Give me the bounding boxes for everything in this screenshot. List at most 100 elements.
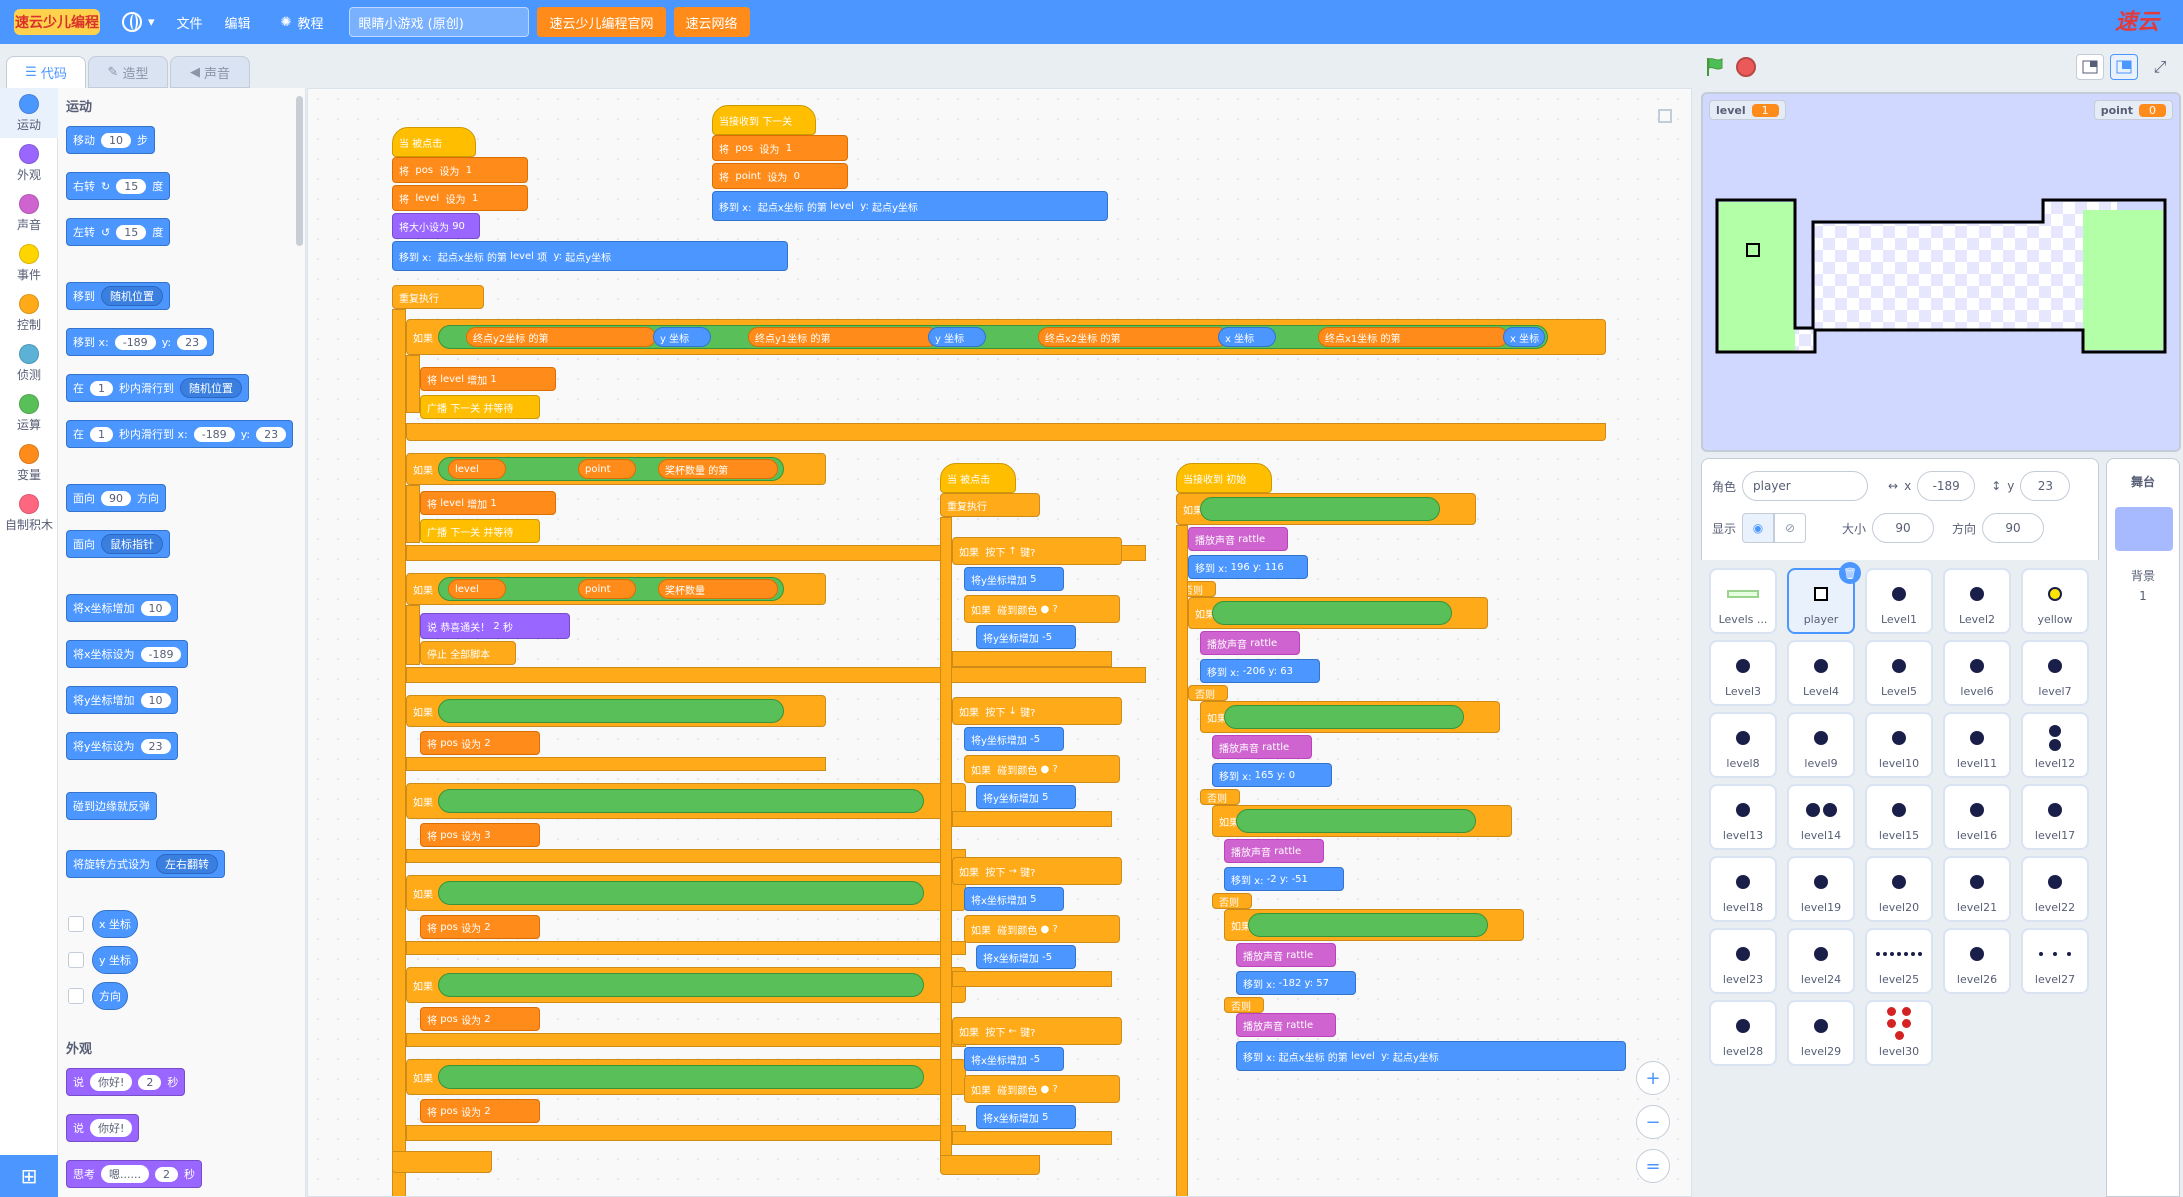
sprite-tile[interactable]: level9 [1787, 712, 1855, 778]
list-item-reporter[interactable]: 起点y坐标 [872, 199, 918, 214]
broadcast-and-wait-block[interactable]: 广播 下一关 并等待 [420, 519, 540, 543]
change-x-block[interactable]: 将x坐标增加 -5 [976, 945, 1076, 969]
block-input[interactable]: 1 [490, 498, 496, 509]
file-menu[interactable]: 文件 [177, 13, 203, 32]
set-point-block[interactable]: 将 point 设为 0 [712, 163, 848, 189]
sprite-tile[interactable]: level22 [2021, 856, 2089, 922]
level-pos-condition[interactable] [1224, 705, 1464, 729]
sprite-tile[interactable]: level24 [1787, 928, 1855, 994]
goto-xy-block[interactable]: 移到 x: -2 y: -51 [1224, 867, 1344, 891]
play-sound-block[interactable]: 播放声音 rattle [1236, 943, 1336, 967]
direction-input[interactable]: 90 [1982, 513, 2045, 543]
sprite-tile[interactable]: level6 [1943, 640, 2011, 706]
block-input[interactable]: 1 [490, 374, 496, 385]
block-input[interactable]: 2 [484, 1014, 490, 1025]
direction-reporter[interactable]: 方向 [92, 982, 128, 1010]
category-looks[interactable]: 外观 [0, 138, 58, 188]
block-input[interactable]: 2 [484, 922, 490, 933]
level-pos-condition[interactable] [1236, 809, 1476, 833]
end-x1-reporter[interactable]: 终点x1坐标 的第 [1318, 327, 1508, 347]
block-input[interactable]: 1 [90, 426, 113, 442]
zoom-reset-button[interactable]: = [1636, 1149, 1670, 1183]
sprite-tile[interactable]: level11 [1943, 712, 2011, 778]
play-sound-block[interactable]: 播放声音 rattle [1212, 735, 1312, 759]
block-input[interactable]: 1 [786, 143, 792, 154]
list-item-reporter[interactable]: 起点y坐标 [565, 249, 611, 264]
normal-stage-button[interactable] [2110, 54, 2138, 80]
block-input[interactable]: 恭喜通关！ [440, 619, 490, 634]
change-level-block[interactable]: 将 level 增加 1 [420, 491, 556, 515]
level-pos-condition[interactable] [1248, 913, 1488, 937]
rotation-style-block[interactable]: 将旋转方式设为 左右翻转 [66, 850, 225, 878]
change-y-block[interactable]: 将y坐标增加 -5 [976, 625, 1076, 649]
sprite-tile[interactable]: yellow [2021, 568, 2089, 634]
language-menu[interactable]: ▾ [122, 12, 155, 32]
block-input[interactable]: 116 [1265, 562, 1284, 573]
block-dropdown[interactable]: 鼠标指针 [101, 534, 163, 554]
block-input[interactable]: -5 [1042, 632, 1052, 643]
change-y-block[interactable]: 将y坐标增加 10 [66, 686, 178, 714]
when-receive-hat[interactable]: 当接收到 下一关 [712, 105, 816, 135]
set-pos-block[interactable]: 将 pos 设为 2 [420, 731, 540, 755]
level-12-condition[interactable] [438, 1065, 924, 1089]
block-dropdown[interactable]: rattle [1250, 638, 1277, 649]
goto-xy-block[interactable]: 移到 x: -206 y: 63 [1200, 659, 1320, 683]
level-pos-condition[interactable] [1200, 497, 1440, 521]
block-input[interactable]: 你好! [90, 1119, 133, 1137]
block-dropdown[interactable]: 下一关 [762, 113, 792, 128]
stage-canvas[interactable]: level 1 point 0 [1701, 92, 2181, 452]
if-touch-color-block[interactable]: 如果 碰到颜色 ● ? [964, 595, 1120, 623]
sprite-tile[interactable]: level12 [2021, 712, 2089, 778]
sprite-tile[interactable]: level25 [1865, 928, 1933, 994]
set-pos-block[interactable]: 将 pos 设为 2 [420, 1099, 540, 1123]
y-position-reporter[interactable]: y 坐标 [928, 327, 986, 347]
block-input[interactable]: 5 [1042, 792, 1048, 803]
block-input[interactable]: 1 [90, 380, 113, 396]
stop-icon[interactable] [1736, 57, 1756, 77]
tutorial-menu[interactable]: ✺ 教程 [281, 13, 324, 32]
sprite-tile[interactable]: Level4 [1787, 640, 1855, 706]
if-touch-color-block[interactable]: 如果 碰到颜色 ● ? [964, 915, 1120, 943]
block-input[interactable]: 5 [1042, 1112, 1048, 1123]
block-input[interactable]: 10 [140, 692, 171, 708]
block-input[interactable]: -206 [1243, 666, 1266, 677]
sprite-tile[interactable]: player 🗑 [1787, 562, 1861, 634]
block-input[interactable]: 23 [140, 738, 171, 754]
block-dropdown[interactable]: 下一关 [450, 400, 480, 415]
sprite-tile[interactable]: Level5 [1865, 640, 1933, 706]
change-x-block[interactable]: 将x坐标增加 5 [964, 887, 1064, 911]
sprite-tile[interactable]: level17 [2021, 784, 2089, 850]
block-input[interactable]: 165 [1255, 770, 1274, 781]
block-input[interactable]: 5 [1030, 894, 1036, 905]
sprite-tile[interactable]: Level2 [1943, 568, 2011, 634]
block-dropdown[interactable]: 随机位置 [101, 286, 163, 306]
block-dropdown[interactable]: level [415, 193, 439, 204]
goto-block[interactable]: 移到 随机位置 [66, 282, 170, 310]
y-position-checkbox[interactable] [68, 952, 84, 968]
block-input[interactable]: 1 [472, 193, 478, 204]
block-input[interactable]: 15 [116, 178, 147, 194]
block-dropdown[interactable]: point [735, 171, 761, 182]
block-input[interactable]: -182 [1279, 978, 1302, 989]
sprite-tile[interactable]: level14 [1787, 784, 1855, 850]
y-input[interactable]: 23 [2020, 471, 2071, 501]
say-block[interactable]: 说你好! [66, 1114, 140, 1142]
bounce-block[interactable]: 碰到边缘就反弹 [66, 792, 157, 820]
block-input[interactable]: 23 [256, 426, 287, 442]
official-site-button[interactable]: 速云少儿编程官网 [537, 7, 666, 37]
block-dropdown[interactable]: ↓ [1009, 706, 1017, 717]
block-dropdown[interactable]: 全部脚本 [450, 646, 490, 661]
change-level-block[interactable]: 将 level 增加 1 [420, 367, 556, 391]
set-pos-block[interactable]: 将 pos 设为 3 [420, 823, 540, 847]
script-area[interactable]: 当 被点击 将 pos 设为 1 将 level 设为 1 将大小设为 90 移… [307, 88, 1692, 1197]
sprite-tile[interactable]: level23 [1709, 928, 1777, 994]
block-input[interactable]: -5 [1030, 734, 1040, 745]
sprite-tile[interactable]: level27 [2021, 928, 2089, 994]
level-reporter[interactable]: level [448, 459, 506, 479]
think-for-secs-block[interactable]: 思考 嗯...... 2 秒 [66, 1160, 202, 1188]
palette-scrollbar[interactable] [296, 96, 303, 246]
block-input[interactable]: 嗯...... [101, 1165, 149, 1183]
say-for-secs-block[interactable]: 说你好! 2 秒 [66, 1068, 186, 1096]
block-dropdown[interactable]: level [440, 498, 464, 509]
sprite-tile[interactable]: level15 [1865, 784, 1933, 850]
